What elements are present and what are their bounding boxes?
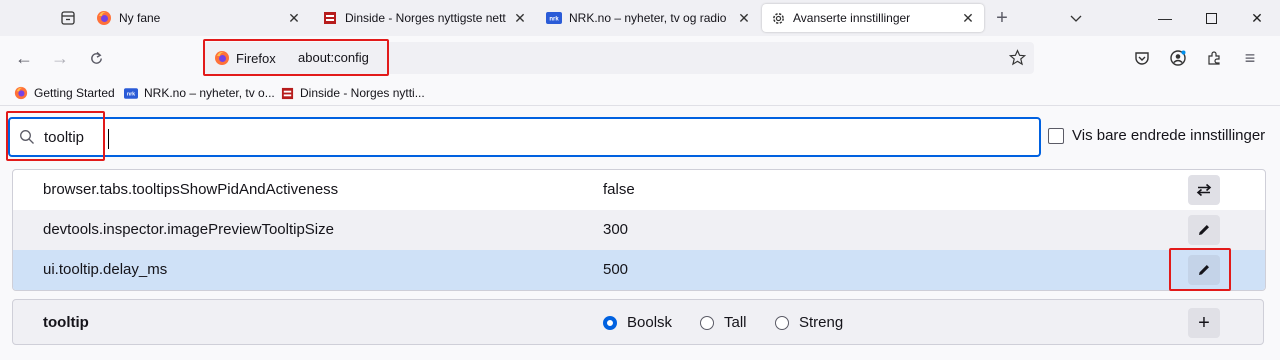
toggle-button[interactable] — [1188, 175, 1220, 205]
pref-name: devtools.inspector.imagePreviewTooltipSi… — [43, 221, 334, 238]
tab-avanserte-innstillinger[interactable]: Avanserte innstillinger ✕ — [762, 4, 984, 32]
show-modified-label: Vis bare endrede innstillinger — [1072, 127, 1266, 144]
account-icon[interactable] — [1162, 42, 1194, 74]
tab-title: Dinside - Norges nyttigste netts — [345, 11, 506, 25]
svg-text:nrk: nrk — [127, 91, 135, 97]
reload-icon[interactable] — [80, 42, 112, 74]
search-input[interactable]: tooltip — [8, 117, 1041, 157]
menu-icon[interactable]: ≡ — [1234, 42, 1266, 74]
new-pref-name: tooltip — [43, 314, 89, 331]
dinside-icon — [322, 10, 338, 26]
pref-name: ui.tooltip.delay_ms — [43, 261, 168, 278]
close-icon[interactable]: ✕ — [286, 10, 302, 27]
bookmark-getting-started[interactable]: Getting Started — [14, 84, 115, 102]
nrk-icon: nrk — [546, 10, 562, 26]
add-pref-row: tooltip Boolsk Tall Streng + — [12, 299, 1264, 345]
tab-title: NRK.no – nyheter, tv og radio fr — [569, 11, 730, 25]
toggle-arrows-icon — [1196, 182, 1212, 198]
tab-title: Avanserte innstillinger — [793, 11, 911, 25]
gear-icon — [770, 10, 786, 26]
radio-selected-icon[interactable] — [603, 315, 617, 330]
radio-icon[interactable] — [700, 315, 714, 330]
radio-label: Streng — [799, 314, 844, 331]
radio-label: Tall — [724, 314, 747, 331]
bookmark-label: Getting Started — [34, 86, 115, 100]
pref-value: false — [603, 181, 635, 198]
pref-value: 300 — [603, 221, 629, 238]
bookmark-nrk[interactable]: nrk NRK.no – nyheter, tv o... — [124, 84, 275, 102]
pref-name: browser.tabs.tooltipsShowPidAndActivenes… — [43, 181, 339, 198]
about-config-page: tooltip Vis bare endrede innstillinger b… — [0, 107, 1280, 360]
tab-nrk[interactable]: nrk NRK.no – nyheter, tv og radio fr ✕ — [538, 4, 760, 32]
new-tab-icon[interactable]: + — [986, 2, 1018, 34]
highlight-box — [6, 111, 105, 161]
close-icon[interactable]: ✕ — [736, 10, 752, 27]
tab-overview-icon[interactable] — [52, 2, 84, 34]
close-window-icon[interactable]: ✕ — [1234, 0, 1280, 36]
bookmark-dinside[interactable]: Dinside - Norges nytti... — [280, 84, 425, 102]
dinside-icon — [280, 86, 294, 100]
pref-row[interactable]: ui.tooltip.delay_ms 500 — [13, 250, 1265, 290]
firefox-icon — [14, 86, 28, 100]
show-modified-checkbox[interactable]: Vis bare endrede innstillinger — [1048, 127, 1265, 144]
back-arrow-icon[interactable]: ← — [8, 42, 40, 74]
bookmarks-toolbar: Getting Started nrk NRK.no – nyheter, tv… — [0, 80, 1280, 106]
close-icon[interactable]: ✕ — [960, 10, 976, 27]
minimize-icon[interactable]: — — [1142, 0, 1188, 36]
close-icon[interactable]: ✕ — [512, 10, 528, 27]
firefox-icon — [96, 10, 112, 26]
navigation-bar: ← → Firefox about:config ≡ — [0, 36, 1280, 80]
radio-number[interactable]: Tall — [700, 314, 747, 331]
tab-ny-fane[interactable]: Ny fane ✕ — [88, 4, 310, 32]
highlight-box — [1169, 248, 1231, 291]
radio-string[interactable]: Streng — [775, 314, 843, 331]
edit-button[interactable] — [1188, 215, 1220, 245]
pref-row[interactable]: browser.tabs.tooltipsShowPidAndActivenes… — [13, 170, 1265, 210]
checkbox[interactable] — [1048, 127, 1064, 144]
tab-dinside[interactable]: Dinside - Norges nyttigste netts ✕ — [314, 4, 536, 32]
plus-icon: + — [1198, 311, 1210, 334]
bookmark-label: NRK.no – nyheter, tv o... — [144, 86, 275, 100]
maximize-icon[interactable] — [1188, 0, 1234, 36]
radio-label: Boolsk — [627, 314, 673, 331]
pocket-icon[interactable] — [1126, 42, 1158, 74]
highlight-box — [203, 39, 389, 76]
tab-title: Ny fane — [119, 11, 161, 25]
text-caret — [108, 129, 109, 149]
bookmark-label: Dinside - Norges nytti... — [300, 86, 425, 100]
svg-text:nrk: nrk — [549, 17, 559, 23]
pencil-icon — [1197, 223, 1211, 237]
star-bookmark-icon[interactable] — [1008, 49, 1027, 69]
add-button[interactable]: + — [1188, 308, 1220, 338]
tab-strip: Ny fane ✕ Dinside - Norges nyttigste net… — [0, 0, 1280, 36]
radio-icon[interactable] — [775, 315, 789, 330]
extensions-icon[interactable] — [1198, 42, 1230, 74]
forward-arrow-icon[interactable]: → — [44, 42, 76, 74]
pref-row[interactable]: devtools.inspector.imagePreviewTooltipSi… — [13, 210, 1265, 250]
radio-boolean[interactable]: Boolsk — [603, 314, 672, 331]
pref-value: 500 — [603, 261, 629, 278]
nrk-icon: nrk — [124, 86, 138, 100]
chevron-down-icon[interactable] — [1060, 2, 1092, 34]
preferences-table: browser.tabs.tooltipsShowPidAndActivenes… — [12, 169, 1266, 291]
